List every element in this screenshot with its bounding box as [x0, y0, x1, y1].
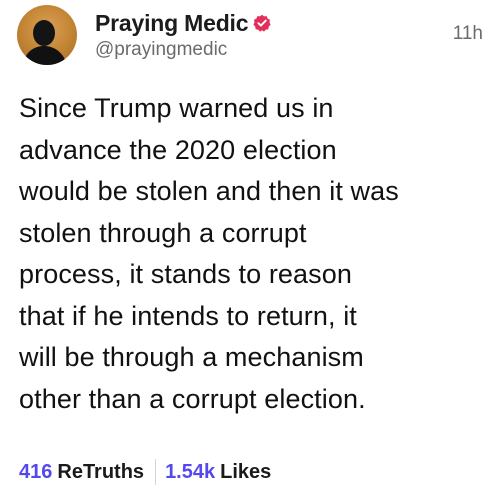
post-stats: 416 ReTruths 1.54k Likes: [19, 457, 271, 487]
post-body-line: would be stolen and then it was: [19, 176, 399, 206]
likes-count: 1.54k: [165, 460, 216, 483]
likes-label: Likes: [220, 460, 272, 483]
avatar-silhouette-icon: [23, 20, 67, 65]
post-header: Praying Medic @prayingmedic 11h: [17, 5, 487, 69]
author-display-name[interactable]: Praying Medic: [95, 10, 249, 37]
truth-post: Praying Medic @prayingmedic 11h Since Tr…: [0, 0, 497, 500]
post-body-line: stolen through a corrupt: [19, 217, 307, 248]
avatar[interactable]: [17, 5, 77, 65]
post-body-line: that if he intends to return, it: [19, 300, 357, 331]
post-timestamp[interactable]: 11h: [453, 23, 483, 45]
retruths-stat[interactable]: 416 ReTruths: [19, 461, 144, 484]
verified-badge-icon: [253, 14, 271, 32]
post-body-line: will be through a mechanism: [19, 342, 364, 372]
post-body: Since Trump warned us in advance the 202…: [19, 88, 489, 420]
post-body-line: advance the 2020 election: [19, 134, 337, 165]
likes-stat[interactable]: 1.54k Likes: [165, 461, 271, 484]
author-handle[interactable]: @prayingmedic: [95, 39, 271, 61]
post-body-line: process, it stands to reason: [19, 259, 352, 289]
retruths-label: ReTruths: [57, 460, 145, 483]
retruths-count: 416: [19, 460, 53, 483]
stats-divider: [155, 459, 157, 485]
post-body-line: Since Trump warned us in: [19, 93, 334, 123]
author-names: Praying Medic @prayingmedic: [95, 9, 271, 61]
post-body-line: other than a corrupt election.: [19, 383, 366, 414]
display-name-row: Praying Medic: [95, 9, 271, 37]
